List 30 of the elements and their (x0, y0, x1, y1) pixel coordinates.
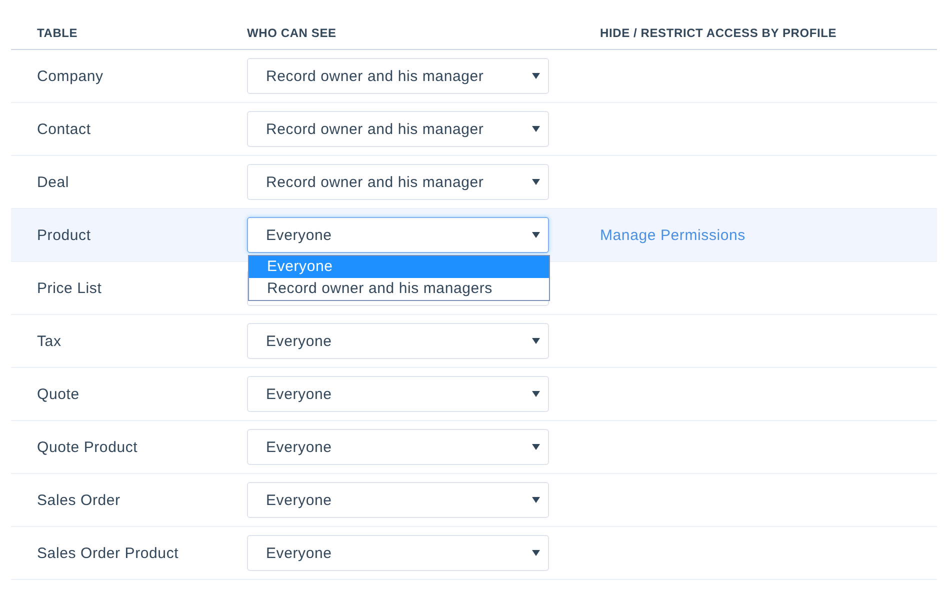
visibility-select[interactable]: Everyone (247, 482, 549, 518)
table-name: Sales Order (37, 492, 120, 508)
table-name: Product (37, 226, 91, 244)
caret-icon (532, 126, 540, 132)
table-name: Sales Order Product (37, 544, 179, 562)
visibility-select[interactable]: Record owner and his manager (247, 164, 549, 200)
table-name: Quote Product (37, 438, 138, 456)
caret-icon (532, 73, 540, 79)
visibility-select[interactable]: Everyone (247, 376, 549, 412)
visibility-select[interactable]: Everyone (247, 323, 549, 359)
table-name: Company (37, 68, 104, 84)
caret-icon (532, 497, 540, 503)
caret-icon (532, 179, 540, 185)
column-header: HIDE / RESTRICT ACCESS BY PROFILE (600, 26, 837, 40)
caret-icon (532, 444, 540, 450)
column-header: TABLE (37, 26, 78, 40)
table-name: Contact (37, 120, 91, 138)
caret-icon (532, 338, 540, 344)
caret-icon (532, 232, 540, 238)
table-name: Price List (37, 280, 102, 296)
visibility-select[interactable]: Record owner and his manager (247, 58, 549, 94)
column-header: WHO CAN SEE (247, 26, 336, 40)
table-name: Quote (37, 386, 80, 402)
visibility-select[interactable]: Everyone (247, 535, 549, 571)
visibility-select[interactable]: Everyone (247, 429, 549, 465)
caret-icon (532, 550, 540, 556)
visibility-select[interactable]: Record owner and his manager (247, 111, 549, 147)
table-name: Tax (37, 332, 62, 350)
table-name: Deal (37, 174, 70, 190)
caret-icon (532, 391, 540, 397)
